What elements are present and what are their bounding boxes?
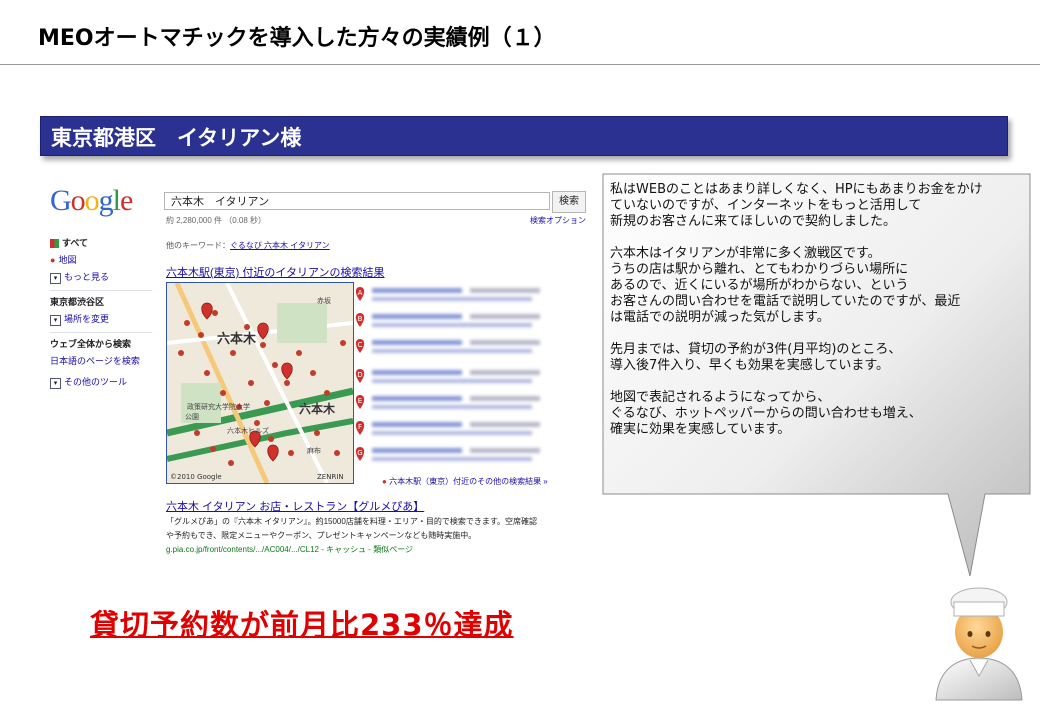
map-pin-icon: C: [355, 339, 365, 353]
list-item[interactable]: B: [350, 312, 580, 334]
list-item[interactable]: A: [350, 286, 580, 308]
list-item[interactable]: G: [350, 446, 580, 468]
map-label: 六本木: [299, 401, 336, 416]
result-snippet: 「グルメぴあ」の『六本木 イタリアン』。約15000店舗を料理・エリア・目的で検…: [166, 517, 538, 526]
sidebar-divider: [50, 290, 152, 291]
svg-text:D: D: [357, 371, 362, 379]
sidebar-item-all[interactable]: すべて: [50, 236, 152, 249]
map-pin-icon: D: [355, 369, 365, 383]
list-item[interactable]: F: [350, 420, 580, 442]
search-options-link[interactable]: 検索オプション: [530, 215, 586, 226]
map-pin-icon: B: [355, 313, 365, 327]
expand-icon: ▾: [50, 315, 61, 326]
section-banner: 東京都港区 イタリアン様: [40, 116, 1008, 156]
map-pin-icon: E: [355, 395, 365, 409]
result-url: g.pia.co.jp/front/contents/.../AC004/...…: [166, 545, 414, 554]
svg-text:G: G: [357, 449, 362, 457]
map-pin-icon: ●: [382, 477, 387, 486]
sidebar-label: 地図: [58, 255, 77, 265]
other-tools-link[interactable]: ▾ その他のツール: [50, 375, 152, 389]
map-pin-icon: G: [355, 447, 365, 461]
testimonial-paragraph: 六本木はイタリアンが非常に多く激戦区です。 うちの店は駅から離れ、とてもわかりづ…: [610, 246, 961, 325]
list-item[interactable]: D: [350, 368, 580, 390]
result-title-link[interactable]: 六本木 イタリアン お店・レストラン【グルメぴあ】: [166, 498, 424, 514]
map-pin-icon: ●: [50, 255, 56, 265]
chef-icon: [935, 587, 1023, 701]
title-divider: [0, 64, 1040, 65]
result-count: 約 2,280,000 件 （0.08 秒）: [166, 216, 267, 225]
map-label: 麻布: [307, 446, 321, 455]
sidebar-label: その他のツール: [64, 377, 128, 387]
all-icon: [50, 239, 59, 249]
svg-text:A: A: [358, 289, 363, 297]
sidebar: すべて ● 地図 ▾ もっと見る 東京都渋谷区 ▾ 場所を変更 ウェブ全体から検索 日…: [50, 236, 152, 393]
change-location-link[interactable]: ▾ 場所を変更: [50, 312, 152, 326]
result-headline: 貸切予約数が前月比233％達成: [90, 608, 514, 642]
expand-icon: ▾: [50, 378, 61, 389]
local-results-list: A B C D E F G: [350, 282, 580, 482]
sidebar-label: すべて: [62, 238, 89, 248]
local-results-heading[interactable]: 六本木駅(東京) 付近のイタリアンの検索結果: [166, 264, 385, 280]
list-item[interactable]: E: [350, 394, 580, 416]
banner-text: 東京都港区 イタリアン様: [51, 126, 302, 150]
location-heading: 東京都渋谷区: [50, 297, 105, 307]
map-copyright: ©2010 Google: [170, 473, 222, 481]
testimonial-paragraph: 私はWEBのことはあまり詳しくなく、HPにもあまりお金をかけ ていないのですが、…: [610, 182, 983, 229]
map-label: 公園: [185, 413, 199, 421]
sidebar-label: 場所を変更: [64, 314, 110, 324]
map-label: 六本木ヒルズ: [227, 426, 269, 435]
expand-icon: ▾: [50, 273, 61, 284]
testimonial-paragraph: 地図で表記されるようになってから、 ぐるなび、ホットペッパーからの問い合わせも増…: [610, 390, 922, 437]
map-credit: ZENRIN: [317, 473, 344, 481]
sidebar-item-more[interactable]: ▾ もっと見る: [50, 270, 152, 284]
local-map[interactable]: 六本木 六本木 赤坂 政策研究大学院大学 公園 六本木ヒルズ 麻布 ©2010 …: [166, 282, 354, 484]
testimonial-paragraph: 先月までは、貸切の予約が3件(月平均)のところ、 導入後7件入り、早くも効果を実…: [610, 342, 902, 373]
list-item[interactable]: C: [350, 338, 580, 360]
search-input[interactable]: 六本木 イタリアン: [164, 192, 550, 210]
google-logo: Google: [50, 184, 133, 217]
keywords-link[interactable]: ぐるなび 六本木 イタリアン: [230, 241, 330, 250]
more-local-results-link[interactable]: ● 六本木駅（東京）付近のその他の検索結果 »: [382, 476, 548, 487]
map-pin-icon: A: [355, 287, 365, 301]
web-heading: ウェブ全体から検索: [50, 339, 132, 349]
map-pin-icon: F: [355, 421, 365, 435]
japanese-pages-link[interactable]: 日本語のページを検索: [50, 354, 152, 367]
map-label: 六本木: [217, 331, 257, 347]
testimonial-text: 私はWEBのことはあまり詳しくなく、HPにもあまりお金をかけ ていないのですが、…: [610, 182, 1030, 438]
sidebar-divider: [50, 332, 152, 333]
map-label: 政策研究大学院大学: [187, 402, 250, 411]
page-title: MEOオートマチックを導入した方々の実績例（１）: [38, 26, 556, 51]
svg-text:C: C: [358, 341, 363, 349]
svg-text:F: F: [358, 423, 362, 431]
sidebar-label: もっと見る: [64, 272, 110, 282]
svg-text:E: E: [358, 397, 362, 405]
keywords-label: 他のキーワード：: [166, 241, 230, 250]
search-button[interactable]: 検索: [552, 191, 586, 213]
svg-text:B: B: [358, 315, 363, 323]
map-graphic: 六本木 六本木 赤坂 政策研究大学院大学 公園 六本木ヒルズ 麻布 ©2010 …: [167, 283, 353, 483]
map-label: 赤坂: [317, 296, 331, 305]
other-keywords: 他のキーワード：ぐるなび 六本木 イタリアン: [166, 240, 330, 251]
result-snippet: や予約もでき、限定メニューやクーポン、プレゼントキャンペーンなども随時実施中。: [166, 531, 477, 540]
sidebar-item-maps[interactable]: ● 地図: [50, 253, 152, 266]
google-screenshot: Google 六本木 イタリアン 検索 約 2,280,000 件 （0.08 …: [42, 178, 588, 568]
more-results-label: 六本木駅（東京）付近のその他の検索結果 »: [389, 477, 548, 486]
